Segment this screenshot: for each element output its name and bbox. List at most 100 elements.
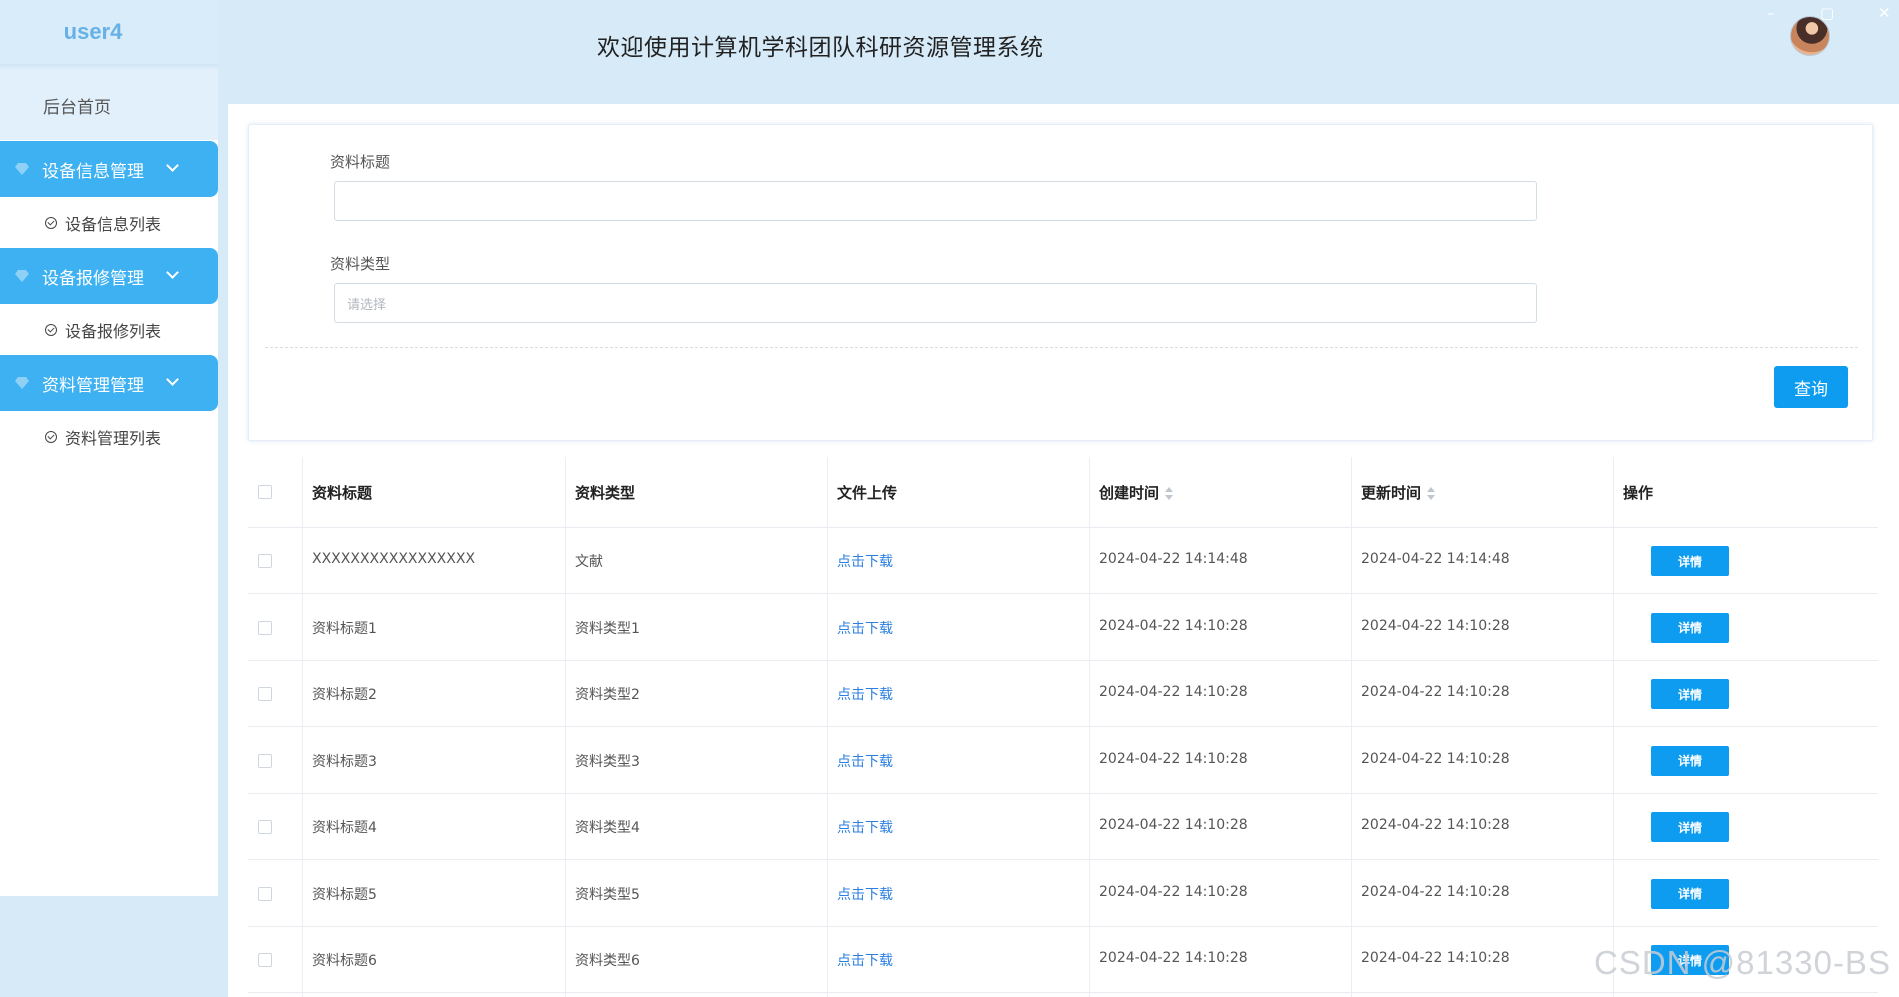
header-action: 操作 [1623,484,1654,502]
detail-button[interactable]: 详情 [1651,878,1729,909]
cell-updated: 2024-04-22 14:14:48 [1361,551,1510,567]
table-row: 资料标题2 资料类型2 点击下载 2024-04-22 14:10:28 2024-04… [248,661,1878,727]
page-title: 欢迎使用计算机学科团队科研资源管理系统 [597,35,1044,61]
watermark: CSDN @81330-BS [1594,944,1891,981]
cell-created: 2024-04-22 14:10:28 [1099,817,1248,833]
top-header: user4 欢迎使用计算机学科团队科研资源管理系统 – ▢ ✕ [0,0,1899,104]
cell-type: 资料类型1 [575,620,640,637]
download-link[interactable]: 点击下载 [837,684,893,704]
header-updated[interactable]: 更新时间 [1361,482,1436,503]
cell-created: 2024-04-22 14:10:28 [1099,883,1248,900]
row-checkbox[interactable] [258,753,272,768]
chevron-down-icon [166,373,179,386]
sidebar-group-label: 资料管理管理 [42,375,144,396]
sidebar: 后台首页 设备信息管理 设备信息列表 设备报修管理 设备报修列表 资料管理管理 … [0,70,218,896]
gem-icon [15,163,29,175]
cell-type: 资料类型3 [575,753,640,770]
cell-title: 资料标题6 [312,953,377,969]
row-checkbox[interactable] [258,820,272,834]
sidebar-group-device-repair[interactable]: 设备报修管理 [0,248,218,304]
header-created[interactable]: 创建时间 [1099,482,1174,503]
detail-button[interactable]: 详情 [1651,612,1729,643]
sort-icon[interactable] [1165,486,1174,501]
sidebar-item-label: 设备信息列表 [65,214,162,234]
main-content: 资料标题 资料类型 请选择 查询 资料标题 资料类型 文件上传 创建时间 更新时… [228,104,1899,997]
cell-updated: 2024-04-22 14:10:28 [1361,817,1510,833]
cell-title: 资料标题3 [312,753,377,770]
sidebar-group-materials[interactable]: 资料管理管理 [0,355,218,411]
sidebar-group-label: 设备报修管理 [42,268,144,289]
row-checkbox[interactable] [258,554,272,568]
brand-logo: user4 [0,0,218,64]
header-updated-label: 更新时间 [1361,484,1422,502]
chevron-down-icon [166,266,179,279]
download-link[interactable]: 点击下载 [837,551,893,571]
detail-button[interactable]: 详情 [1651,745,1729,776]
header-created-label: 创建时间 [1099,484,1160,502]
sidebar-item-device-info-list[interactable]: 设备信息列表 [0,197,218,248]
table-header-row: 资料标题 资料类型 文件上传 创建时间 更新时间 操作 [248,457,1878,528]
type-select[interactable]: 请选择 [334,283,1537,323]
restore-icon[interactable]: ▢ [1820,4,1834,22]
query-button[interactable]: 查询 [1774,366,1848,408]
gem-icon [15,377,29,389]
download-link[interactable]: 点击下载 [837,817,893,837]
sidebar-item-home[interactable]: 后台首页 [0,70,218,140]
table-row: 资料标题4 资料类型4 点击下载 2024-04-22 14:10:28 2024-04… [248,794,1878,860]
cell-title: 资料标题4 [312,820,377,836]
cell-title: 资料标题5 [312,886,377,903]
select-all-checkbox[interactable] [258,485,272,499]
avatar[interactable] [1790,16,1830,56]
chevron-down-icon [166,159,179,172]
cell-updated: 2024-04-22 14:10:28 [1361,883,1510,900]
header-file: 文件上传 [837,484,898,502]
row-checkbox[interactable] [258,620,272,635]
cell-type: 资料类型6 [575,953,640,969]
row-checkbox[interactable] [258,886,272,901]
download-link[interactable]: 点击下载 [837,884,893,904]
close-icon[interactable]: ✕ [1878,4,1891,22]
cell-updated: 2024-04-22 14:10:28 [1361,684,1510,700]
cell-updated: 2024-04-22 14:10:28 [1361,750,1510,767]
sidebar-group-label: 设备信息管理 [42,161,144,182]
cell-created: 2024-04-22 14:10:28 [1099,950,1248,966]
download-link[interactable]: 点击下载 [837,618,893,638]
search-form: 资料标题 资料类型 请选择 查询 [248,124,1873,441]
header-title: 资料标题 [312,484,373,502]
check-circle-icon [45,323,57,336]
sidebar-group-device-info[interactable]: 设备信息管理 [0,141,218,197]
download-link[interactable]: 点击下载 [837,950,893,970]
table-row: 资料标题1 资料类型1 点击下载 2024-04-22 14:10:28 2024-04… [248,595,1878,661]
cell-type: 资料类型5 [575,886,640,903]
cell-title: 资料标题2 [312,687,377,703]
cell-type: 文献 [575,554,603,570]
cell-created: 2024-04-22 14:14:48 [1099,551,1248,567]
row-checkbox[interactable] [258,687,272,701]
title-field-label: 资料标题 [330,153,391,171]
title-input[interactable] [334,181,1537,221]
header-type: 资料类型 [575,484,636,502]
table-row: XXXXXXXXXXXXXXXXX 文献 点击下载 2024-04-22 14:14:… [248,528,1878,594]
divider [265,347,1858,348]
sidebar-footer [0,896,218,997]
sidebar-item-materials-list[interactable]: 资料管理列表 [0,411,218,462]
check-circle-icon [45,430,57,443]
table-row: 资料标题5 资料类型5 点击下载 2024-04-22 14:10:28 2024-04… [248,861,1878,927]
row-checkbox[interactable] [258,953,272,967]
sidebar-item-device-repair-list[interactable]: 设备报修列表 [0,304,218,355]
gem-icon [15,270,29,282]
sort-icon[interactable] [1427,486,1436,501]
download-link[interactable]: 点击下载 [837,751,893,771]
cell-created: 2024-04-22 14:10:28 [1099,750,1248,767]
sidebar-item-label: 资料管理列表 [65,428,162,448]
table-row: 资料标题3 资料类型3 点击下载 2024-04-22 14:10:28 2024-04… [248,728,1878,794]
detail-button[interactable]: 详情 [1651,679,1729,709]
check-circle-icon [45,216,57,229]
cell-type: 资料类型4 [575,820,640,836]
cell-updated: 2024-04-22 14:10:28 [1361,950,1510,966]
minimize-icon[interactable]: – [1767,4,1775,22]
cell-created: 2024-04-22 14:10:28 [1099,684,1248,700]
detail-button[interactable]: 详情 [1651,812,1729,842]
cell-title: XXXXXXXXXXXXXXXXX [312,551,476,567]
detail-button[interactable]: 详情 [1651,546,1729,576]
